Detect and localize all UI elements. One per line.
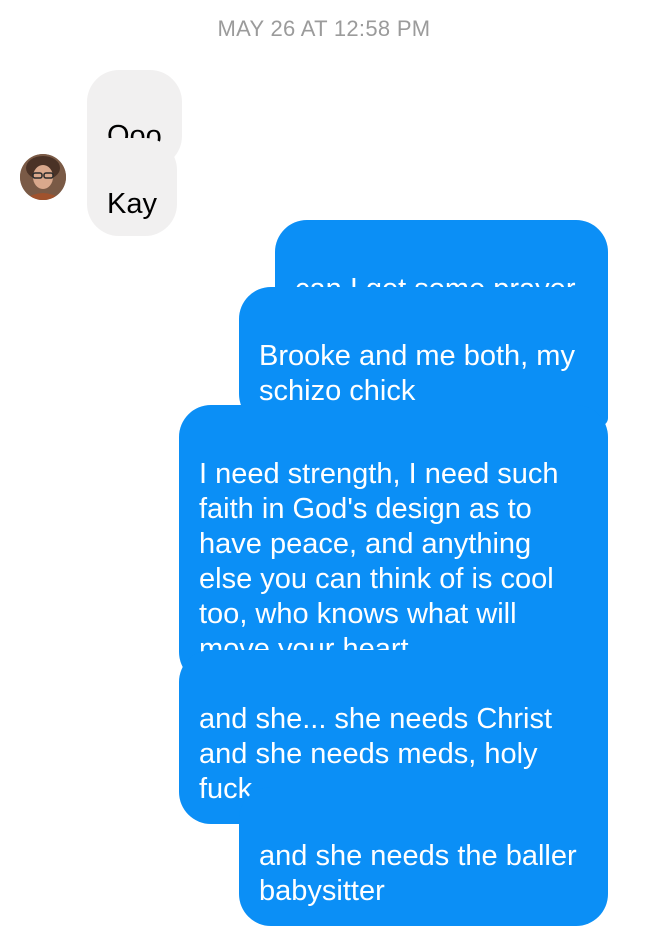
avatar-photo-icon — [20, 154, 66, 200]
message-text: Brooke and me both, my schizo chick — [259, 340, 575, 407]
message-text: Kay — [107, 188, 157, 220]
outgoing-message-bubble[interactable]: I need strength, I need such faith in Go… — [179, 405, 608, 684]
message-text: I need strength, I need such faith in Go… — [199, 458, 559, 665]
message-text: and she needs the baller babysitter — [259, 840, 577, 907]
message-timestamp: MAY 26 AT 12:58 PM — [217, 16, 431, 41]
incoming-message-bubble[interactable]: Kay — [87, 138, 177, 236]
contact-avatar[interactable] — [20, 154, 66, 200]
outgoing-message-bubble[interactable]: and she needs the baller babysitter — [239, 787, 608, 926]
